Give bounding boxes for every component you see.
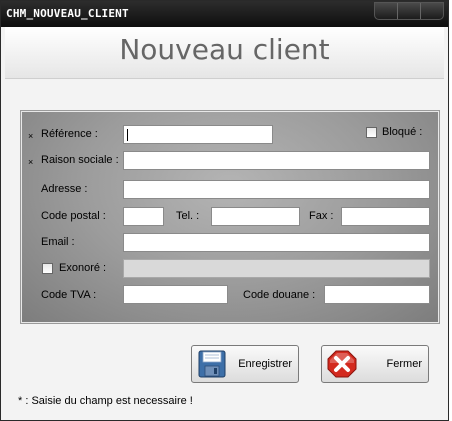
bloque-checkbox[interactable] <box>366 127 377 138</box>
code-postal-label: Code postal : <box>41 210 106 222</box>
fax-input[interactable] <box>342 208 429 225</box>
save-button[interactable]: Enregistrer <box>191 345 299 383</box>
window-controls <box>374 2 444 20</box>
minimize-button[interactable] <box>375 3 398 19</box>
maximize-button[interactable] <box>398 3 421 19</box>
title-bar[interactable]: CHM_NOUVEAU_CLIENT <box>1 1 448 27</box>
fax-field[interactable] <box>341 207 430 226</box>
exonore-field <box>123 259 430 278</box>
raison-sociale-input[interactable] <box>124 152 429 169</box>
close-button-label: Fermer <box>386 358 422 370</box>
required-marker: × <box>28 157 34 167</box>
raison-sociale-field[interactable] <box>123 151 430 170</box>
exonore-input <box>124 260 429 277</box>
tel-label: Tel. : <box>176 210 200 222</box>
code-postal-input[interactable] <box>124 208 163 225</box>
raison-sociale-label: Raison sociale : <box>41 154 119 166</box>
code-douane-label: Code douane : <box>243 289 316 301</box>
email-input[interactable] <box>124 234 429 251</box>
tel-field[interactable] <box>211 207 300 226</box>
code-tva-label: Code TVA : <box>41 289 97 301</box>
adresse-field[interactable] <box>123 180 430 199</box>
code-douane-input[interactable] <box>325 286 429 303</box>
adresse-label: Adresse : <box>41 183 88 195</box>
text-cursor <box>127 129 128 141</box>
close-window-button[interactable] <box>421 3 443 19</box>
window: CHM_NOUVEAU_CLIENT Nouveau client × Réfé… <box>0 0 449 421</box>
email-label: Email : <box>41 236 75 248</box>
email-field[interactable] <box>123 233 430 252</box>
required-marker: × <box>28 131 34 141</box>
page-title: Nouveau client <box>119 33 330 66</box>
reference-input[interactable] <box>124 126 272 143</box>
code-tva-field[interactable] <box>123 285 228 304</box>
fax-label: Fax : <box>309 210 334 222</box>
adresse-input[interactable] <box>124 181 429 198</box>
required-footnote: * : Saisie du champ est necessaire ! <box>18 395 193 407</box>
code-douane-field[interactable] <box>324 285 430 304</box>
exonore-checkbox[interactable] <box>42 263 53 274</box>
red-x-icon <box>327 350 357 378</box>
exonore-label: Exonoré : <box>59 262 107 274</box>
close-button[interactable]: Fermer <box>321 345 429 383</box>
form-panel: × Référence : Bloqué : × Raison sociale … <box>20 110 440 324</box>
floppy-disk-icon <box>198 350 226 378</box>
header-banner: Nouveau client <box>5 27 444 79</box>
reference-label: Référence : <box>41 128 98 140</box>
save-button-label: Enregistrer <box>238 358 292 370</box>
code-postal-field[interactable] <box>123 207 164 226</box>
tel-input[interactable] <box>212 208 299 225</box>
reference-field[interactable] <box>123 125 273 144</box>
code-tva-input[interactable] <box>124 286 227 303</box>
bloque-label: Bloqué : <box>382 126 423 138</box>
window-title: CHM_NOUVEAU_CLIENT <box>6 7 129 20</box>
